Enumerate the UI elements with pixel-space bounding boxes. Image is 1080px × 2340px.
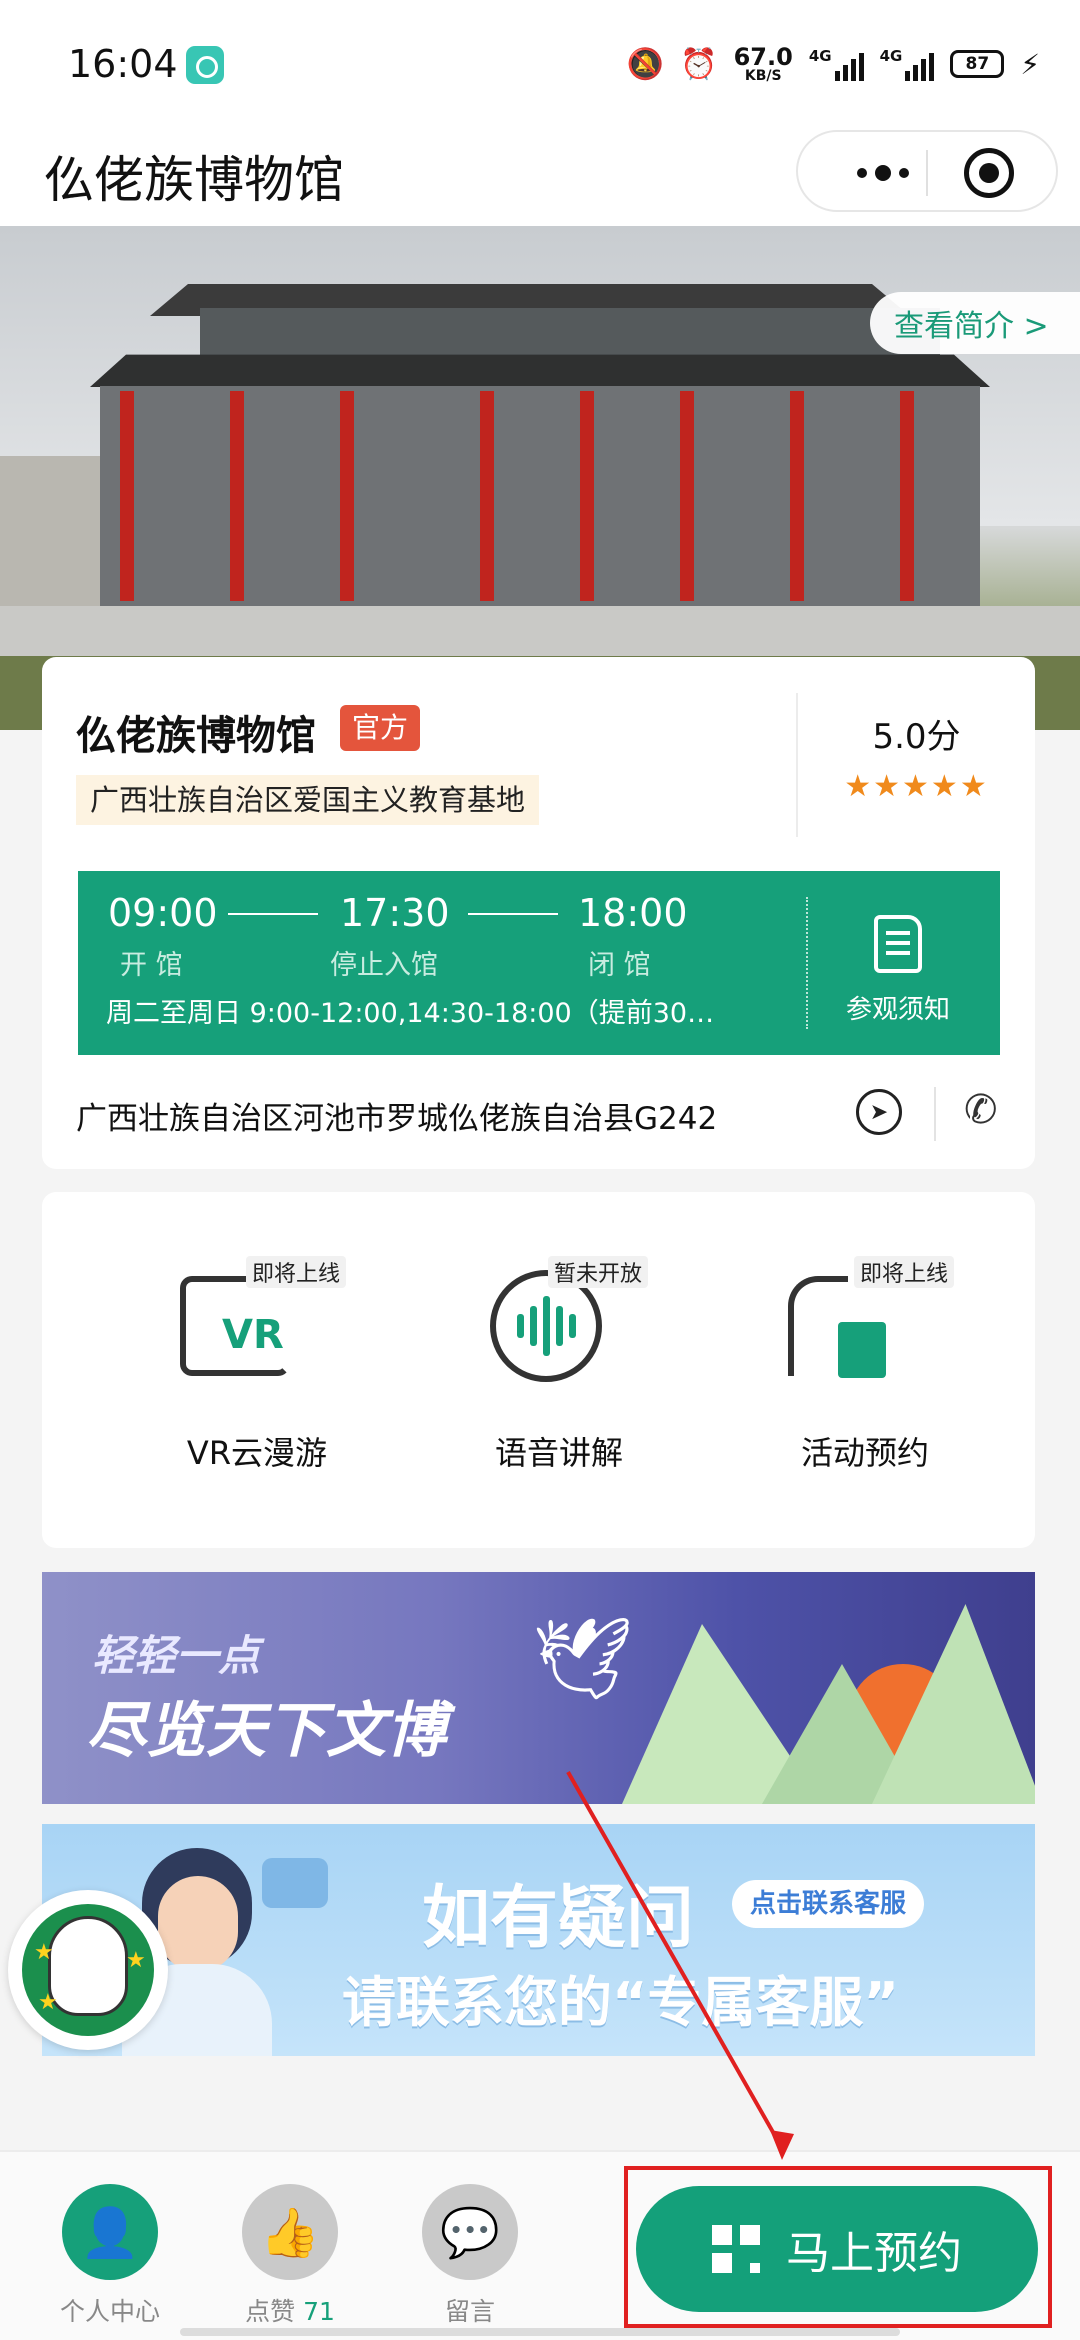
signal-icon: 4G: [809, 47, 864, 81]
museum-hero-image: 查看简介 >: [0, 226, 1080, 730]
network-speed: 67.0 KB/S: [734, 45, 793, 83]
coming-soon-badge: 即将上线: [854, 1256, 955, 1288]
tab-label: 留言: [444, 2297, 495, 2326]
like-label: 点赞: [245, 2297, 296, 2326]
home-indicator: [180, 2328, 900, 2336]
mute-icon: 🔕: [626, 46, 665, 82]
customer-service-banner[interactable]: 如有疑问 点击联系客服 请联系您的“专属客服”: [42, 1824, 1035, 2056]
nav-bar: 仫佬族博物馆: [0, 130, 1080, 226]
battery-icon: 87: [950, 50, 1005, 78]
tab-like[interactable]: 👍 点赞 71: [230, 2184, 350, 2334]
hours-divider: [806, 897, 808, 1029]
coming-soon-badge: 即将上线: [246, 1256, 347, 1288]
charging-icon: ⚡: [1020, 47, 1040, 81]
profile-icon: 👤: [62, 2184, 158, 2280]
network-speed-value: 67.0: [733, 43, 793, 71]
museum-info-card: 仫佬族博物馆 官方 广西壮族自治区爱国主义教育基地 5.0分 ★★★★★ 09:…: [42, 657, 1035, 1169]
banner-title: 尽览天下文博: [86, 1696, 446, 1766]
status-time: 16:04: [68, 42, 178, 86]
feature-audio-guide[interactable]: 暂未开放 语音讲解: [454, 1236, 704, 1496]
time-separator: [468, 913, 558, 915]
document-icon[interactable]: [874, 915, 922, 973]
close-label: 闭 馆: [588, 950, 651, 981]
banner-message: 请联系您的“专属客服”: [342, 1971, 899, 2034]
alarm-icon: ⏰: [680, 46, 718, 82]
crane-illustration: 🕊: [532, 1612, 634, 1705]
star-icon: ★: [34, 1940, 54, 1965]
chat-bubble-icon: [262, 1858, 328, 1908]
cow-mascot-icon: [48, 1916, 128, 2016]
opening-hours-panel: 09:00 17:30 18:00 开 馆 停止入馆 闭 馆 周二至周日 9:0…: [78, 871, 1000, 1055]
banner-question: 如有疑问: [422, 1879, 695, 1958]
tab-message[interactable]: 💬 留言: [410, 2184, 530, 2334]
miniprogram-capsule: [796, 130, 1058, 212]
like-count: 71: [303, 2297, 335, 2326]
more-icon[interactable]: [838, 158, 928, 188]
signal-icon: 4G: [880, 47, 935, 81]
stop-entry-time: 17:30: [340, 891, 450, 935]
signal-label: 4G: [808, 47, 832, 65]
close-miniprogram-icon[interactable]: [964, 148, 1014, 198]
page-title: 仫佬族博物馆: [44, 151, 344, 209]
app-notification-icon: [186, 46, 224, 84]
museum-name: 仫佬族博物馆: [76, 713, 316, 759]
activity-booking-icon: [788, 1276, 886, 1378]
promo-banner-culture[interactable]: 🕊 轻轻一点 尽览天下文博: [42, 1572, 1035, 1804]
honor-tag: 广西壮族自治区爱国主义教育基地: [76, 775, 540, 825]
feature-activity-booking[interactable]: 即将上线 活动预约: [760, 1236, 1010, 1496]
official-badge: 官方: [340, 705, 421, 751]
capsule-divider: [926, 150, 928, 196]
opening-schedule: 周二至周日 9:00-12:00,14:30-18:00（提前30…: [106, 998, 715, 1029]
not-open-badge: 暂未开放: [548, 1256, 649, 1288]
annotation-highlight-box: [624, 2166, 1052, 2328]
comment-icon: 💬: [422, 2184, 518, 2280]
museum-address: 广西壮族自治区河池市罗城仫佬族自治县G242: [76, 1101, 718, 1137]
stop-entry-label: 停止入馆: [330, 950, 438, 981]
view-intro-button[interactable]: 查看简介 >: [870, 292, 1080, 354]
status-indicators: 🔕 ⏰ 67.0 KB/S 4G 4G 87 ⚡: [627, 42, 1040, 86]
tab-label: 个人中心: [59, 2297, 160, 2326]
navigation-icon[interactable]: ➤: [856, 1089, 902, 1135]
feature-label: 语音讲解: [494, 1434, 623, 1472]
open-time: 09:00: [108, 891, 218, 935]
time-separator: [228, 913, 318, 915]
floating-mascot-button[interactable]: ★ ★ ★: [8, 1890, 168, 2050]
thumbs-up-icon: 👍: [242, 2184, 338, 2280]
tab-profile[interactable]: 👤 个人中心: [50, 2184, 170, 2334]
feature-label: VR云漫游: [186, 1434, 328, 1472]
signal-label: 4G: [879, 47, 903, 65]
star-icon: ★: [38, 1990, 58, 2015]
star-icon: ★: [126, 1948, 146, 1973]
tab-label: 点赞 71: [210, 2292, 370, 2328]
banner-subtitle: 轻轻一点: [92, 1631, 261, 1680]
network-speed-unit: KB/S: [744, 68, 782, 84]
vr-icon: VR: [180, 1276, 290, 1376]
phone-icon[interactable]: ✆: [964, 1087, 998, 1133]
features-card: VR 即将上线 VR云漫游 暂未开放 语音讲解 即将上线 活动预约: [42, 1192, 1035, 1548]
visit-notice-button[interactable]: 参观须知: [846, 989, 950, 1026]
address-divider: [934, 1087, 936, 1141]
rating-score: 5.0分: [872, 717, 961, 757]
status-bar: 16:04 🔕 ⏰ 67.0 KB/S 4G 4G 87 ⚡: [0, 0, 1080, 130]
close-time: 18:00: [578, 891, 688, 935]
open-label: 开 馆: [120, 950, 183, 981]
feature-label: 活动预约: [800, 1434, 929, 1472]
feature-vr-tour[interactable]: VR 即将上线 VR云漫游: [152, 1236, 402, 1496]
contact-service-button[interactable]: 点击联系客服: [732, 1880, 925, 1928]
rating-stars-icon: ★★★★★: [844, 769, 989, 804]
